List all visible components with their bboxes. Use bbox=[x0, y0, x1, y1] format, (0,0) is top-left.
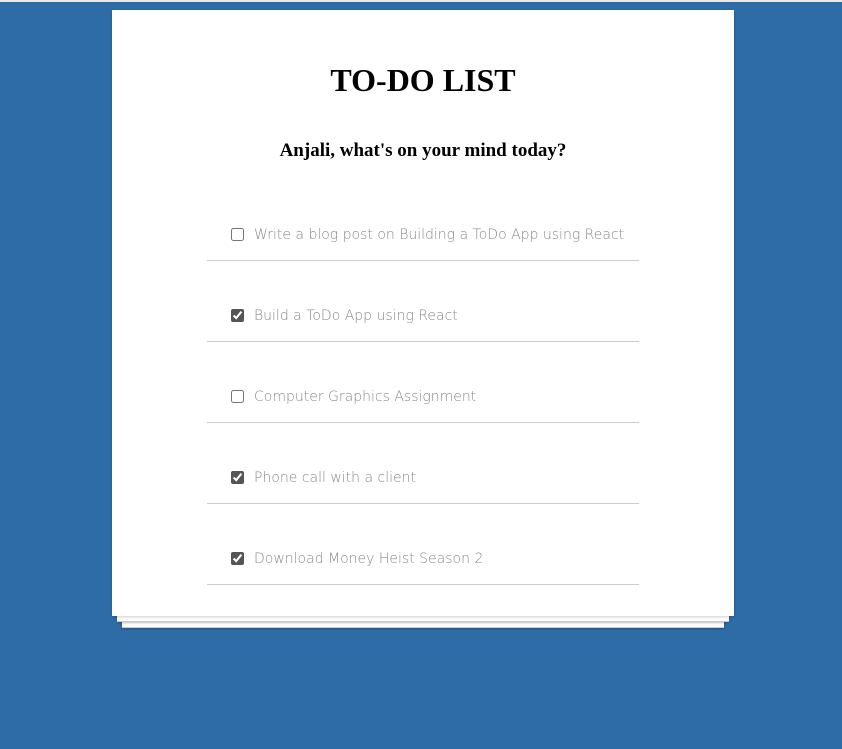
page-title: TO-DO LIST bbox=[330, 62, 516, 98]
greeting-text: Anjali, what's on your mind today? bbox=[279, 140, 567, 161]
todo-text: Download Money Heist Season 2 bbox=[254, 551, 484, 567]
window-top-strip bbox=[0, 0, 842, 2]
todo-checkbox[interactable] bbox=[231, 228, 244, 241]
todo-text: Write a blog post on Building a ToDo App… bbox=[254, 227, 625, 243]
todo-item: Write a blog post on Building a ToDo App… bbox=[207, 180, 639, 261]
todo-item: Phone call with a client bbox=[207, 423, 639, 504]
todo-card: TO-DO LIST Anjali, what's on your mind t… bbox=[112, 10, 734, 616]
todo-item: Build a ToDo App using React bbox=[207, 261, 639, 342]
todo-card-stack: TO-DO LIST Anjali, what's on your mind t… bbox=[112, 10, 734, 628]
todo-list: Write a blog post on Building a ToDo App… bbox=[207, 180, 639, 585]
todo-item: Computer Graphics Assignment bbox=[207, 342, 639, 423]
todo-text: Phone call with a client bbox=[254, 470, 416, 486]
todo-text: Build a ToDo App using React bbox=[254, 308, 458, 324]
todo-checkbox[interactable] bbox=[231, 471, 244, 484]
todo-text: Computer Graphics Assignment bbox=[254, 389, 477, 405]
todo-checkbox[interactable] bbox=[231, 309, 244, 322]
todo-checkbox[interactable] bbox=[231, 390, 244, 403]
todo-checkbox[interactable] bbox=[231, 552, 244, 565]
todo-item: Download Money Heist Season 2 bbox=[207, 504, 639, 585]
